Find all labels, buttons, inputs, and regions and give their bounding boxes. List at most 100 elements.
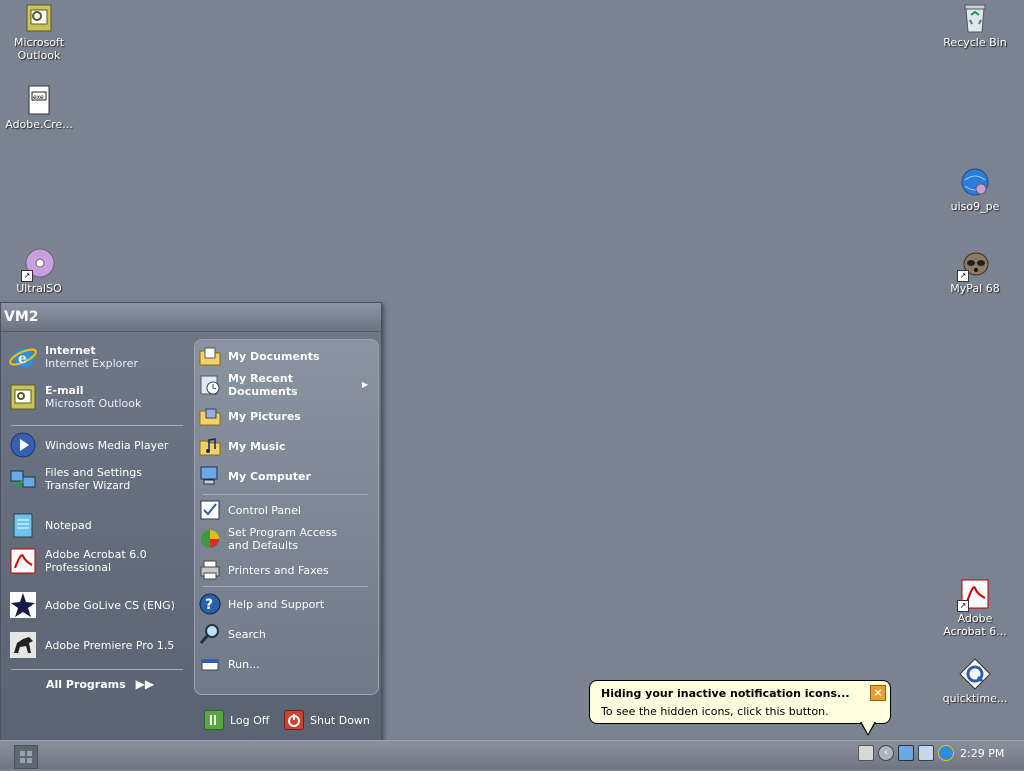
start-item-label: My Recent Documents <box>228 372 298 398</box>
start-menu-right-pane: My Documents My Recent Documents ▶ My Pi… <box>194 339 379 695</box>
start-item-golive[interactable]: Adobe GoLive CS (ENG) <box>9 591 175 619</box>
start-item-control-panel[interactable]: Control Panel <box>199 499 374 521</box>
separator <box>203 494 368 495</box>
computer-icon <box>199 465 221 487</box>
desktop-icon-label: UltraISO <box>16 282 62 295</box>
separator <box>11 425 183 426</box>
desktop-icon-label: Recycle Bin <box>943 36 1007 49</box>
start-item-email[interactable]: E-mail Microsoft Outlook <box>9 383 141 411</box>
network-icon[interactable] <box>898 745 914 761</box>
folder-pictures-icon <box>199 405 221 427</box>
start-item-title: Internet <box>45 344 96 357</box>
shortcut-arrow-icon: ↗ <box>957 600 969 612</box>
start-item-label: Adobe Premiere Pro 1.5 <box>45 638 175 652</box>
start-item-premiere[interactable]: Adobe Premiere Pro 1.5 <box>9 631 174 659</box>
start-item-label: Adobe GoLive CS (ENG) <box>45 598 175 612</box>
balloon-title: Hiding your inactive notification icons.… <box>601 687 850 700</box>
shortcut-arrow-icon: ↗ <box>21 270 33 282</box>
printer-icon <box>199 559 221 581</box>
show-hidden-icons-button[interactable]: ‹ <box>878 745 894 761</box>
notepad-icon <box>9 511 37 539</box>
help-icon: ? <box>199 593 221 615</box>
desktop-icon-outlook[interactable]: Microsoft Outlook <box>0 2 78 62</box>
shut-down-button[interactable]: Shut Down <box>284 710 370 730</box>
balloon-close-button[interactable]: × <box>870 685 886 701</box>
start-item-label: Set Program Access and Defaults <box>228 526 338 552</box>
start-item-transfer-wizard[interactable]: Files and Settings Transfer Wizard <box>9 465 142 493</box>
start-item-label: My Music <box>228 439 286 453</box>
transfer-wizard-icon <box>9 465 37 493</box>
recycle-bin-icon <box>959 2 991 34</box>
start-item-help-support[interactable]: ? Help and Support <box>199 593 374 615</box>
desktop-icon-mypal[interactable]: ↗ MyPal 68 <box>936 248 1014 295</box>
desktop-icon-label: Adobe.Cre... <box>5 118 73 131</box>
log-off-icon <box>204 710 224 730</box>
desktop-icon-label: MyPal 68 <box>950 282 1000 295</box>
keyboard-icon[interactable] <box>858 745 874 761</box>
quicktime-icon <box>959 658 991 690</box>
document-icon: exe <box>23 84 55 116</box>
all-programs-button[interactable]: All Programs ▶▶ <box>46 677 154 691</box>
start-item-label: Files and Settings Transfer Wizard <box>45 466 142 492</box>
start-item-notepad[interactable]: Notepad <box>9 511 92 539</box>
internet-explorer-icon[interactable] <box>938 745 954 761</box>
desktop-icon-uiso9-pe[interactable]: uiso9_pe <box>936 166 1014 213</box>
start-item-label: Control Panel <box>228 503 301 517</box>
balloon-body: To see the hidden icons, click this butt… <box>601 705 829 718</box>
separator <box>203 586 368 587</box>
recent-documents-icon <box>199 374 221 396</box>
usb-icon[interactable] <box>918 745 934 761</box>
balloon-tail-fill <box>861 721 875 734</box>
taskbar-clock[interactable]: 2:29 PM <box>960 747 1004 760</box>
start-item-internet[interactable]: e Internet Internet Explorer <box>9 343 138 371</box>
separator <box>11 669 183 670</box>
program-access-icon <box>199 528 221 550</box>
desktop-icon-recycle-bin[interactable]: Recycle Bin <box>936 2 1014 49</box>
start-item-my-music[interactable]: My Music <box>199 435 374 457</box>
start-button[interactable] <box>14 745 38 769</box>
start-item-label: My Documents <box>228 349 320 363</box>
svg-text:e: e <box>18 351 27 367</box>
all-programs-label: All Programs <box>46 677 126 691</box>
start-item-my-documents[interactable]: My Documents <box>199 345 374 367</box>
submenu-arrow-icon: ▶ <box>361 380 368 389</box>
desktop-icon-ultraiso[interactable]: ↗ UltraISO <box>0 248 78 295</box>
run-icon <box>199 653 221 675</box>
start-item-my-computer[interactable]: My Computer <box>199 465 374 487</box>
shut-down-label: Shut Down <box>310 713 370 727</box>
start-item-label: Printers and Faxes <box>228 563 329 577</box>
desktop-icon-label: quicktime... <box>942 692 1008 705</box>
desktop-icon-label: Microsoft Outlook <box>13 36 65 62</box>
search-icon <box>199 623 221 645</box>
acrobat-icon <box>9 547 37 575</box>
globe-icon <box>959 166 991 198</box>
start-item-acrobat[interactable]: Adobe Acrobat 6.0 Professional <box>9 547 147 575</box>
start-item-label: Run... <box>228 657 260 671</box>
start-item-my-pictures[interactable]: My Pictures <box>199 405 374 427</box>
log-off-button[interactable]: Log Off <box>204 710 269 730</box>
log-off-label: Log Off <box>230 713 270 727</box>
system-tray: ‹ <box>858 745 958 761</box>
start-item-windows-media-player[interactable]: Windows Media Player <box>9 431 168 459</box>
start-item-subtitle: Internet Explorer <box>45 357 138 370</box>
premiere-icon <box>9 631 37 659</box>
start-item-printers-faxes[interactable]: Printers and Faxes <box>199 559 374 581</box>
start-item-label: Help and Support <box>228 597 325 611</box>
start-item-subtitle: Microsoft Outlook <box>45 397 142 410</box>
golive-icon <box>9 591 37 619</box>
outlook-icon <box>23 2 55 34</box>
acrobat-icon: ↗ <box>957 578 991 612</box>
desktop-icon-label: Adobe Acrobat 6... <box>943 612 1007 638</box>
start-item-label: Adobe Acrobat 6.0 Professional <box>45 548 147 574</box>
taskbar: ‹ 2:29 PM <box>0 740 1024 769</box>
desktop-icon-adobe-cre[interactable]: exe Adobe.Cre... <box>0 84 78 131</box>
desktop-icon-adobe-acrobat[interactable]: ↗ Adobe Acrobat 6... <box>936 578 1014 638</box>
start-menu-user-name: VM2 <box>1 303 381 332</box>
start-item-set-program-access[interactable]: Set Program Access and Defaults <box>199 526 374 552</box>
folder-music-icon <box>199 435 221 457</box>
start-item-run[interactable]: Run... <box>199 653 374 675</box>
start-item-my-recent-documents[interactable]: My Recent Documents ▶ <box>199 372 374 398</box>
start-item-label: My Computer <box>228 469 311 483</box>
desktop-icon-quicktime[interactable]: quicktime... <box>936 658 1014 705</box>
start-item-search[interactable]: Search <box>199 623 374 645</box>
